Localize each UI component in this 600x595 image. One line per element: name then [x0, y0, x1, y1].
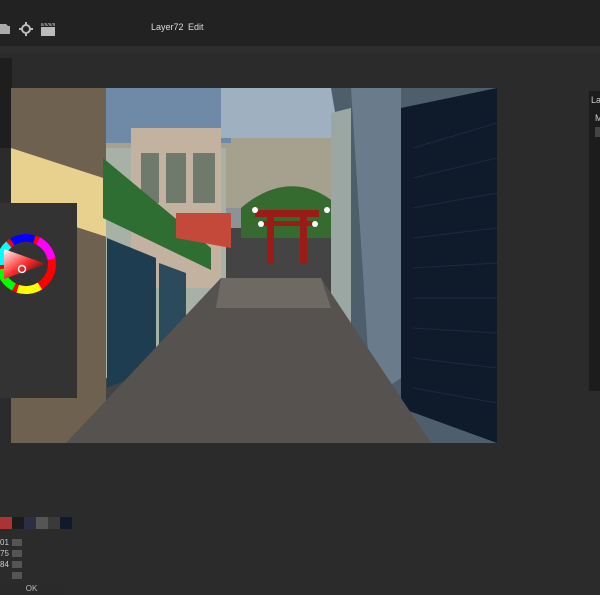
scene-illustration: [0, 88, 498, 443]
layer-name: Layer72: [151, 22, 184, 32]
toolbar-separator: [0, 46, 600, 54]
bottom-bar: [0, 470, 600, 500]
color-field-box[interactable]: [12, 572, 22, 579]
folder-icon[interactable]: [0, 20, 18, 38]
swatch[interactable]: [12, 517, 24, 529]
color-field-value: 75: [0, 549, 9, 558]
swatch[interactable]: [60, 517, 72, 529]
swatch[interactable]: [24, 517, 36, 529]
layers-panel-control[interactable]: [595, 127, 600, 137]
settings-icon[interactable]: [17, 20, 35, 38]
color-wheel[interactable]: [0, 219, 64, 304]
layers-panel: La M: [589, 91, 600, 391]
clapperboard-icon[interactable]: [39, 20, 57, 38]
color-field-box[interactable]: [12, 561, 22, 568]
color-field[interactable]: 01: [0, 538, 22, 547]
swatch[interactable]: [48, 517, 60, 529]
layers-panel-mode-label: M: [595, 113, 600, 123]
swatch[interactable]: [0, 517, 12, 529]
color-picker-panel: 01 75 84 OK: [0, 203, 77, 595]
color-field-box[interactable]: [12, 539, 22, 546]
swatch[interactable]: [36, 517, 48, 529]
color-field-value: 84: [0, 560, 9, 569]
color-field[interactable]: 84: [0, 560, 22, 569]
color-field-value: 01: [0, 538, 9, 547]
edit-menu[interactable]: Edit: [188, 22, 204, 32]
color-field-box[interactable]: [12, 550, 22, 557]
top-toolbar: Layer72 Edit: [0, 0, 600, 54]
color-field[interactable]: [0, 571, 22, 580]
color-field[interactable]: 75: [0, 549, 22, 558]
layers-panel-title: La: [591, 95, 600, 105]
ok-button[interactable]: OK: [0, 583, 63, 595]
drawing-canvas[interactable]: [0, 88, 498, 443]
